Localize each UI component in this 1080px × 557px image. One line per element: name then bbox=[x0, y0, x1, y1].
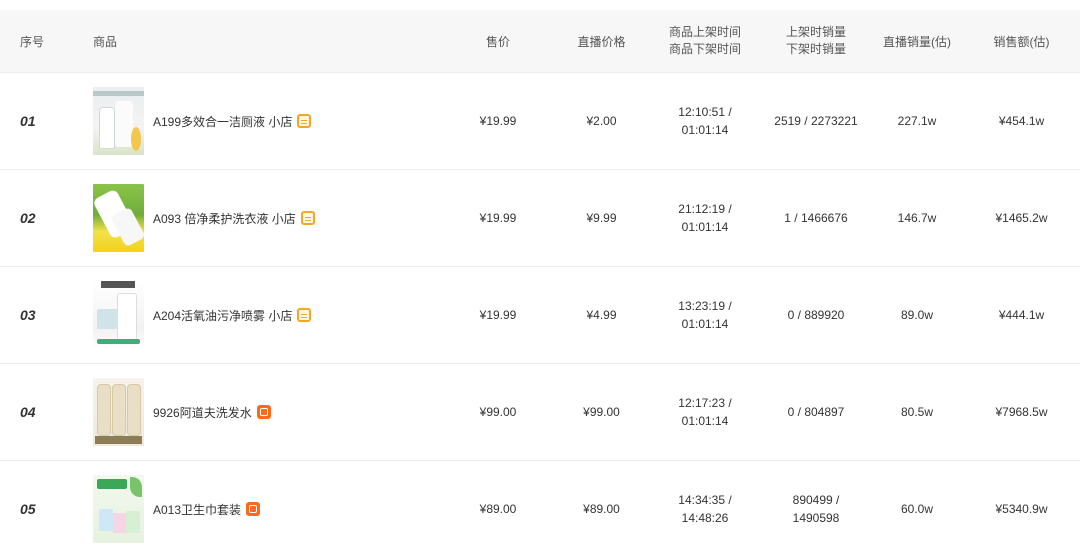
price: ¥19.99 bbox=[479, 114, 517, 128]
table-row[interactable]: 05 A013卫生巾套装 ¥89.00 ¥89.00 14:34:35 / 14… bbox=[0, 461, 1080, 557]
price: ¥19.99 bbox=[479, 211, 517, 225]
table-row[interactable]: 02 A093 倍净柔护洗衣液 小店 ¥19.99 ¥9.99 21:12:19… bbox=[0, 170, 1080, 267]
product-thumbnail[interactable] bbox=[93, 378, 144, 446]
table-row[interactable]: 01 A199多效合一洁厕液 小店 ¥19.99 ¥2.00 12:10:51 … bbox=[0, 73, 1080, 170]
revenue: ¥454.1w bbox=[998, 114, 1045, 128]
header-product: 商品 bbox=[72, 33, 442, 50]
product-cell[interactable]: A199多效合一洁厕液 小店 bbox=[72, 87, 442, 155]
header-shelf-sales[interactable]: 上架时销量 下架时销量 bbox=[761, 24, 871, 58]
row-index: 01 bbox=[20, 113, 36, 129]
table-row[interactable]: 04 9926阿道夫洗发水 ¥99.00 ¥99.00 12:17:23 / 0… bbox=[0, 364, 1080, 461]
product-sales-table: 序号 商品 售价 直播价格 商品上架时间 商品下架时间 上架时销量 下架时销量 … bbox=[0, 10, 1080, 557]
header-revenue[interactable]: 销售额(估) bbox=[963, 33, 1080, 50]
product-name[interactable]: A093 倍净柔护洗衣液 小店 bbox=[153, 210, 296, 227]
header-live-volume[interactable]: 直播销量(估) bbox=[871, 33, 963, 50]
product-name[interactable]: A204活氧油污净喷雾 小店 bbox=[153, 307, 292, 324]
live-price: ¥89.00 bbox=[583, 502, 620, 516]
time-on: 21:12:19 / bbox=[678, 202, 732, 216]
revenue: ¥1465.2w bbox=[995, 211, 1048, 225]
shop-icon bbox=[297, 308, 312, 322]
taobao-icon bbox=[256, 405, 271, 419]
product-cell[interactable]: A013卫生巾套装 bbox=[72, 475, 442, 543]
live-volume: 60.0w bbox=[900, 502, 934, 516]
time-off: 01:01:14 bbox=[681, 220, 729, 234]
live-volume: 89.0w bbox=[900, 308, 934, 322]
live-volume: 80.5w bbox=[900, 405, 934, 419]
sales-on: 0 / 804897 bbox=[787, 405, 845, 419]
product-name[interactable]: 9926阿道夫洗发水 bbox=[153, 404, 252, 421]
shelf-sales: 0 / 804897 bbox=[761, 403, 871, 421]
product-name[interactable]: A199多效合一洁厕液 小店 bbox=[153, 113, 292, 130]
live-price: ¥4.99 bbox=[586, 308, 617, 322]
product-cell[interactable]: A204活氧油污净喷雾 小店 bbox=[72, 281, 442, 349]
sales-on: 890499 / bbox=[792, 493, 840, 507]
row-index: 04 bbox=[20, 404, 36, 420]
shelf-time: 12:17:23 / 01:01:14 bbox=[649, 394, 761, 430]
time-off: 14:48:26 bbox=[681, 511, 729, 525]
revenue: ¥7968.5w bbox=[995, 405, 1048, 419]
taobao-icon bbox=[246, 502, 261, 516]
product-cell[interactable]: A093 倍净柔护洗衣液 小店 bbox=[72, 184, 442, 252]
header-sales-on: 上架时销量 bbox=[785, 25, 846, 39]
header-shelf-time[interactable]: 商品上架时间 商品下架时间 bbox=[649, 24, 761, 58]
time-on: 13:23:19 / bbox=[678, 299, 732, 313]
revenue: ¥5340.9w bbox=[995, 502, 1048, 516]
shelf-time: 21:12:19 / 01:01:14 bbox=[649, 200, 761, 236]
shop-icon bbox=[297, 114, 312, 128]
row-index: 05 bbox=[20, 501, 36, 517]
row-index: 02 bbox=[20, 210, 36, 226]
header-index: 序号 bbox=[20, 34, 45, 49]
live-price: ¥99.00 bbox=[583, 405, 620, 419]
time-off: 01:01:14 bbox=[681, 123, 729, 137]
sales-on: 1 / 1466676 bbox=[784, 211, 848, 225]
shelf-sales: 890499 / 1490598 bbox=[761, 491, 871, 527]
live-volume: 146.7w bbox=[897, 211, 937, 225]
live-price: ¥2.00 bbox=[586, 114, 617, 128]
header-product-label: 商品 bbox=[93, 34, 118, 49]
header-sales-off: 下架时销量 bbox=[785, 42, 846, 56]
header-shelf-time-on: 商品上架时间 bbox=[668, 25, 741, 39]
shelf-time: 13:23:19 / 01:01:14 bbox=[649, 297, 761, 333]
product-name[interactable]: A013卫生巾套装 bbox=[153, 501, 241, 518]
shelf-time: 12:10:51 / 01:01:14 bbox=[649, 103, 761, 139]
header-live-price[interactable]: 直播价格 bbox=[554, 33, 649, 50]
shelf-sales: 1 / 1466676 bbox=[761, 209, 871, 227]
time-on: 12:17:23 / bbox=[678, 396, 732, 410]
time-off: 01:01:14 bbox=[681, 317, 729, 331]
price: ¥19.99 bbox=[479, 308, 517, 322]
product-thumbnail[interactable] bbox=[93, 184, 144, 252]
time-on: 14:34:35 / bbox=[678, 493, 732, 507]
revenue: ¥444.1w bbox=[998, 308, 1045, 322]
header-price[interactable]: 售价 bbox=[442, 33, 554, 50]
live-volume: 227.1w bbox=[897, 114, 937, 128]
product-thumbnail[interactable] bbox=[93, 87, 144, 155]
time-off: 01:01:14 bbox=[681, 414, 729, 428]
product-thumbnail[interactable] bbox=[93, 475, 144, 543]
product-thumbnail[interactable] bbox=[93, 281, 144, 349]
live-price: ¥9.99 bbox=[586, 211, 617, 225]
shelf-sales: 0 / 889920 bbox=[761, 306, 871, 324]
table-header: 序号 商品 售价 直播价格 商品上架时间 商品下架时间 上架时销量 下架时销量 … bbox=[0, 10, 1080, 73]
product-cell[interactable]: 9926阿道夫洗发水 bbox=[72, 378, 442, 446]
row-index: 03 bbox=[20, 307, 36, 323]
price: ¥89.00 bbox=[479, 502, 517, 516]
header-shelf-time-off: 商品下架时间 bbox=[668, 42, 741, 56]
sales-on: 0 / 889920 bbox=[787, 308, 845, 322]
shelf-time: 14:34:35 / 14:48:26 bbox=[649, 491, 761, 527]
shop-icon bbox=[300, 211, 315, 225]
table-row[interactable]: 03 A204活氧油污净喷雾 小店 ¥19.99 ¥4.99 13:23:19 … bbox=[0, 267, 1080, 364]
price: ¥99.00 bbox=[479, 405, 517, 419]
shelf-sales: 2519 / 2273221 bbox=[761, 112, 871, 130]
sales-off: 1490598 bbox=[792, 511, 840, 525]
time-on: 12:10:51 / bbox=[678, 105, 732, 119]
sales-on: 2519 / 2273221 bbox=[774, 114, 858, 128]
